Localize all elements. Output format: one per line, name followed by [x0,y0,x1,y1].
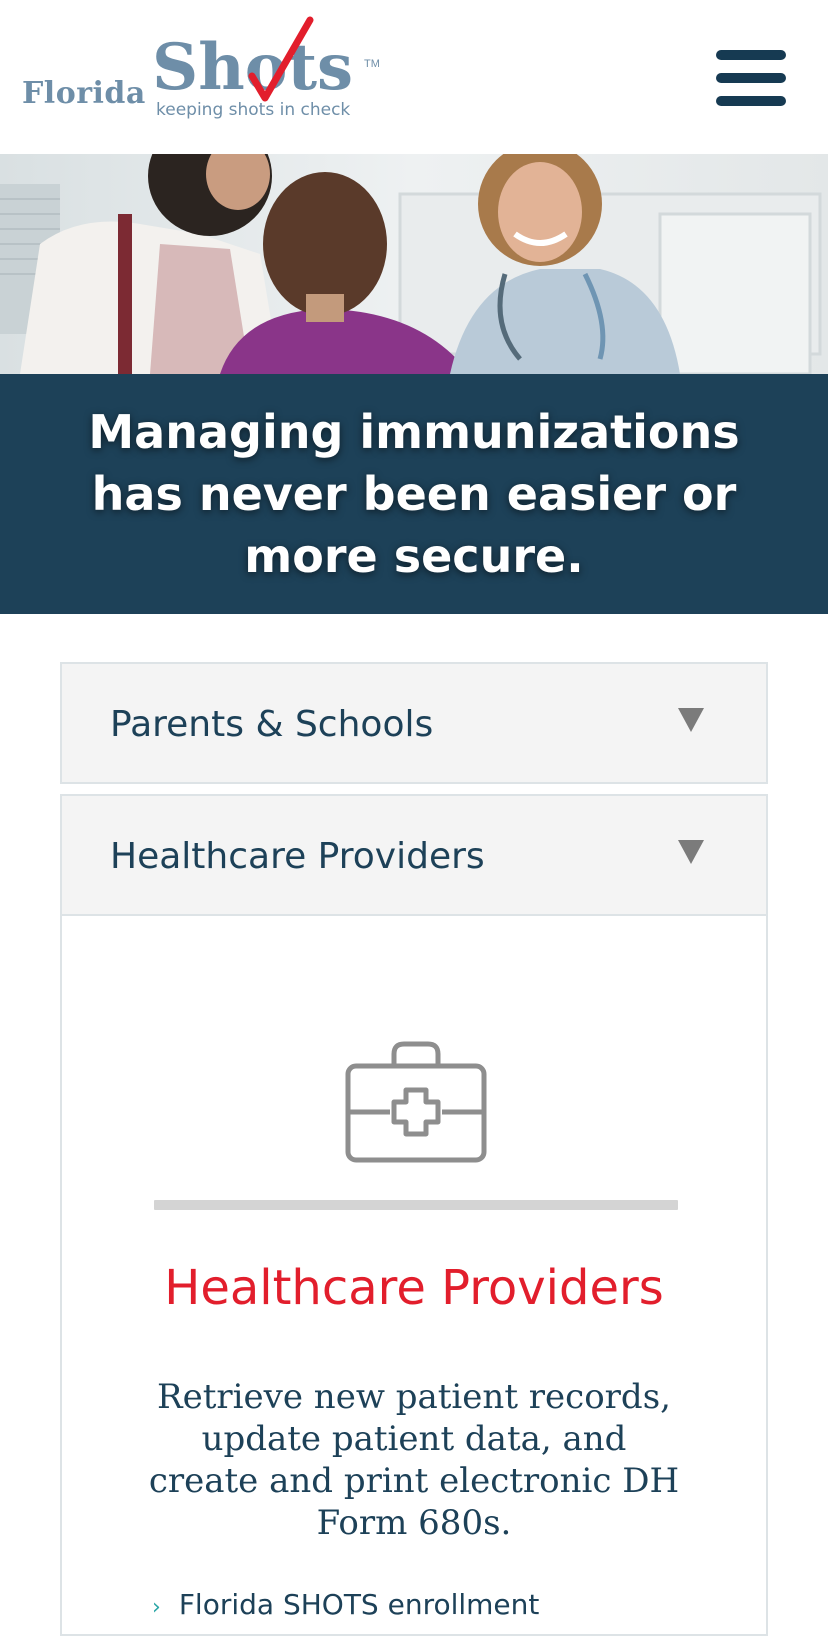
panel-divider [154,1200,678,1210]
hero-banner: Managing immunizations has never been ea… [0,374,828,614]
menu-bar [716,96,786,106]
healthcare-providers-panel: Healthcare Providers Retrieve new patien… [60,916,768,1636]
caret-down-icon [678,840,704,864]
menu-bar [716,73,786,83]
logo-tagline: keeping shots in check [156,100,351,120]
medical-kit-icon [345,1041,487,1163]
menu-bar [716,50,786,60]
site-header: Florida Shots TM keeping shots in check [0,0,828,154]
hero-headline: Managing immunizations has never been ea… [88,405,740,583]
chevron-right-icon: › [152,1595,161,1620]
caret-down-icon [678,708,704,732]
panel-description: Retrieve new patient records, update pat… [148,1377,680,1543]
florida-shots-logo[interactable]: Florida Shots TM keeping shots in check [20,14,390,126]
logo-trademark: TM [364,58,380,70]
hamburger-menu-icon[interactable] [714,48,788,108]
accordion-parents-schools[interactable]: Parents & Schools [60,662,768,784]
accordion-healthcare-providers[interactable]: Healthcare Providers [60,794,768,916]
panel-title: Healthcare Providers [164,1260,664,1316]
audience-accordion: Parents & Schools Healthcare Providers H… [60,662,768,1636]
accordion-label: Healthcare Providers [110,836,485,877]
hero-image [0,154,828,374]
accordion-label: Parents & Schools [110,704,434,745]
